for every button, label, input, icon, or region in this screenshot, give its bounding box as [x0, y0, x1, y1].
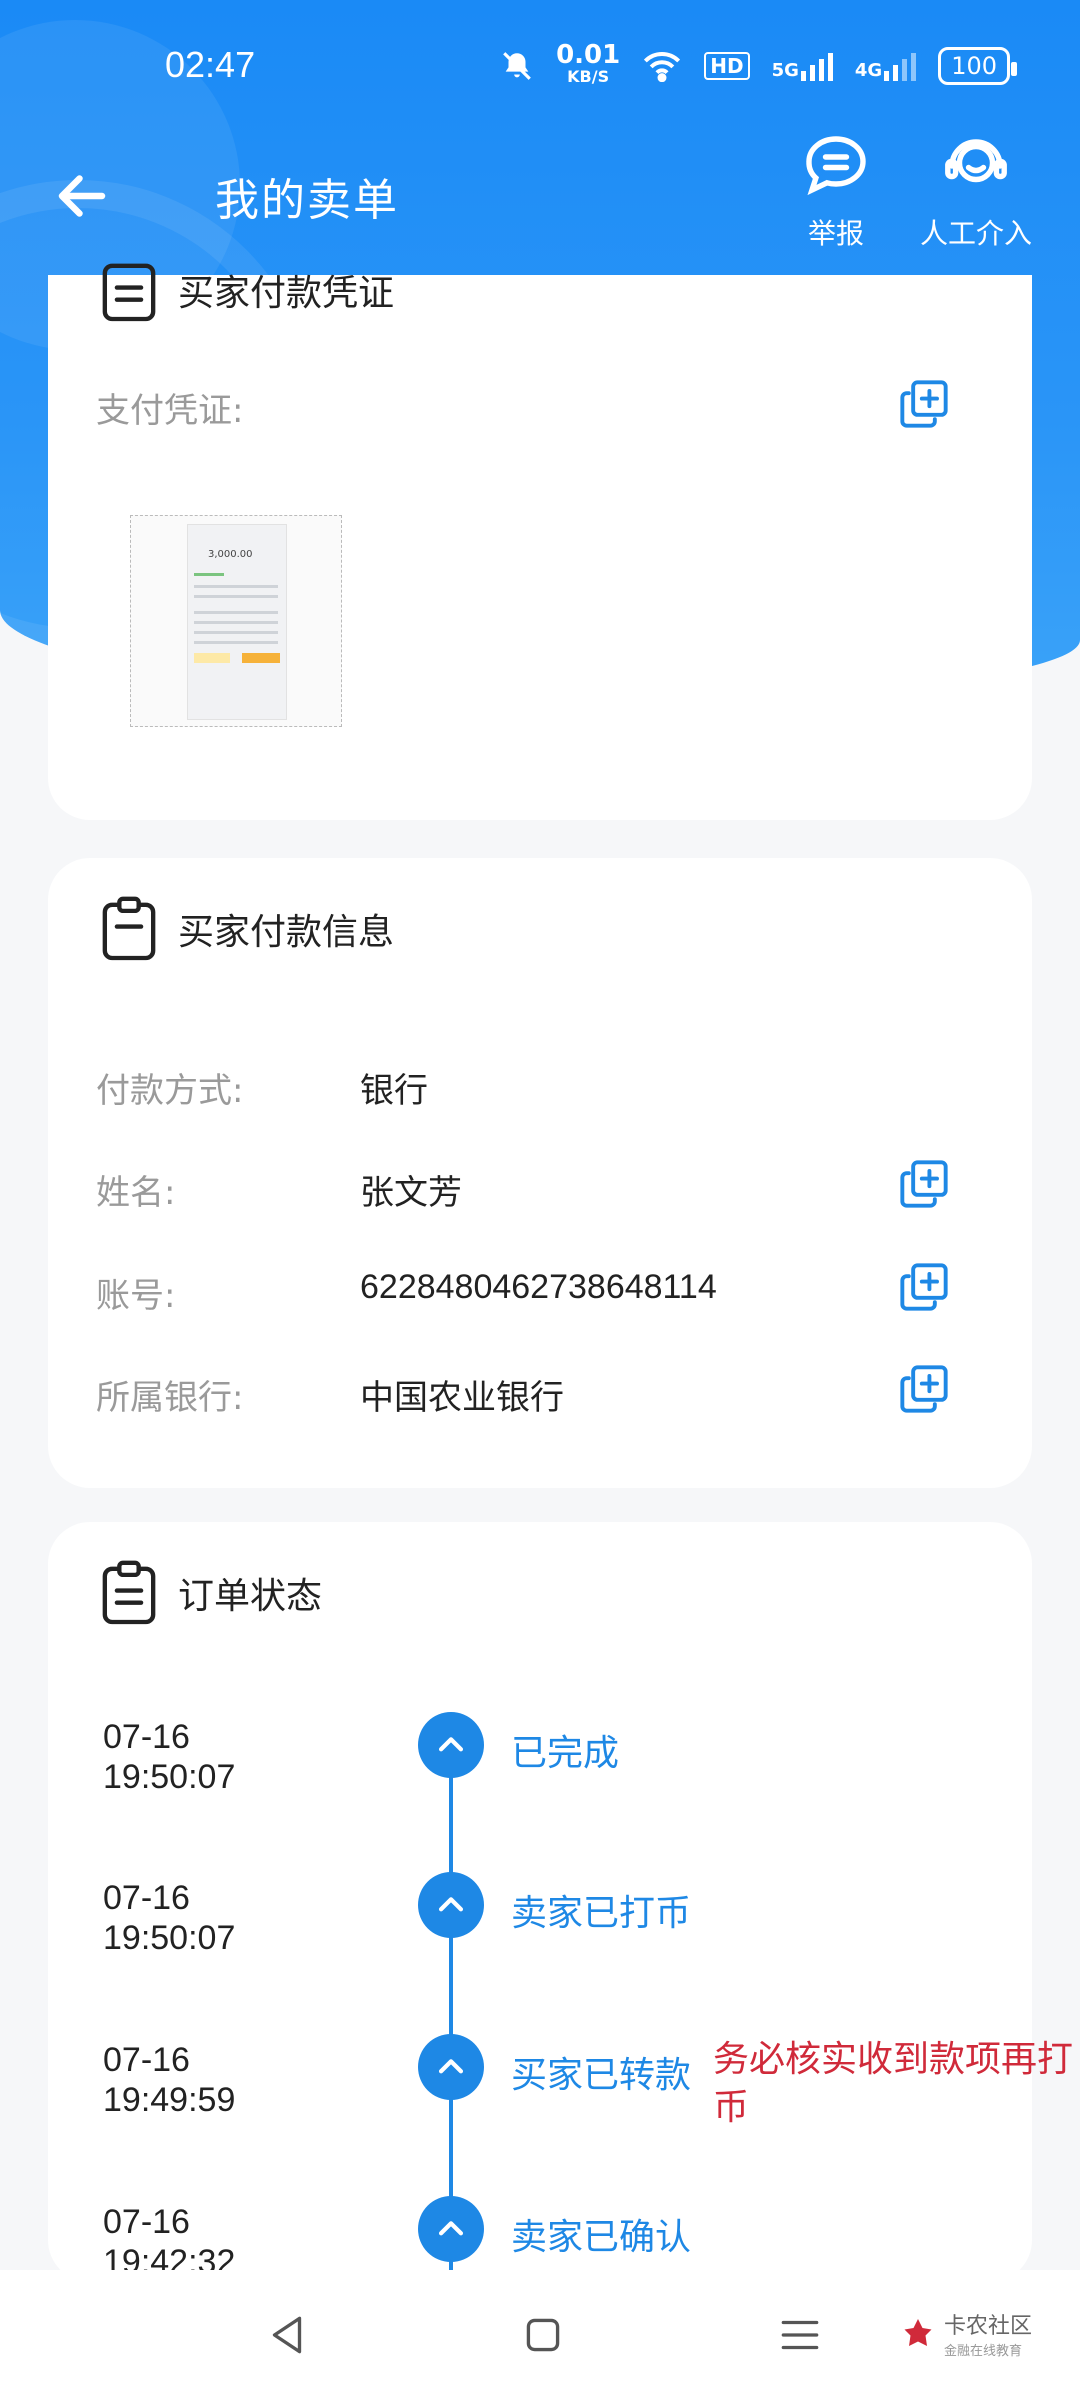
thumbnail-amount: 3,000.00: [208, 549, 253, 560]
timeline-node: [418, 2034, 484, 2100]
payment-info-card: 买家付款信息 付款方式: 银行 姓名: 张文芳 账号: 622848046273…: [48, 858, 1032, 1488]
signal-5g: 5G: [772, 51, 833, 81]
back-arrow-icon[interactable]: [52, 166, 112, 226]
bank-label: 所属银行:: [96, 1378, 244, 1418]
payment-proof-card: 买家付款凭证 支付凭证: 3,000.00: [48, 263, 1032, 820]
status-icons: 0.01 KB/S HD 5G 4G 100: [500, 40, 1017, 88]
system-nav-bar: 卡农社区 金融在线教育: [0, 2270, 1080, 2400]
card-title: 买家付款凭证: [178, 273, 395, 314]
card-header: 买家付款凭证: [100, 255, 394, 325]
payment-method-value: 银行: [360, 1071, 428, 1111]
copy-add-icon[interactable]: [898, 1261, 950, 1313]
chevron-up-icon: [438, 2221, 464, 2236]
card-header: 买家付款信息: [100, 894, 394, 964]
copy-add-icon[interactable]: [898, 378, 950, 430]
nav-bar: 我的卖单 举报 人工介入: [0, 130, 1080, 275]
account-value: 6228480462738648114: [360, 1268, 717, 1306]
status-time: 02:47: [165, 44, 256, 85]
watermark-subtitle: 金融在线教育: [944, 2344, 1023, 2359]
home-square-icon[interactable]: [518, 2310, 568, 2360]
name-value: 张文芳: [360, 1173, 462, 1213]
warning-note: 务必核实收到款项再打币: [713, 2039, 1074, 2128]
thumbnail-screenshot: 3,000.00: [187, 524, 287, 720]
report-button[interactable]: 举报: [800, 130, 872, 252]
event-datetime: 07-16 19:50:07: [103, 1879, 236, 1957]
timeline-node: [418, 1712, 484, 1778]
watermark-title: 卡农社区: [944, 2314, 1033, 2339]
clipboard-icon: [102, 896, 156, 961]
chevron-up-icon: [438, 1737, 464, 1752]
mute-bell-icon: [503, 52, 531, 80]
proof-label: 支付凭证:: [96, 391, 244, 431]
menu-lines-icon[interactable]: [775, 2310, 825, 2360]
document-icon: [102, 1560, 156, 1625]
hd-badge: HD: [704, 52, 750, 80]
net-speed: 0.01 KB/S: [556, 40, 621, 86]
chevron-up-icon: [438, 2059, 464, 2074]
event-status: 卖家已打币: [511, 1893, 692, 1934]
watermark-logo-icon: [904, 2318, 932, 2346]
back-triangle-icon[interactable]: [262, 2310, 312, 2360]
support-label: 人工介入: [920, 217, 1033, 250]
card-title: 订单状态: [178, 1576, 323, 1617]
event-status: 已完成: [511, 1733, 620, 1774]
chevron-up-icon: [438, 1897, 464, 1912]
bank-value: 中国农业银行: [360, 1378, 564, 1418]
human-support-button[interactable]: 人工介入: [920, 130, 1032, 252]
clipboard-icon: [102, 263, 156, 322]
chat-bubble-icon: [806, 136, 866, 196]
headset-icon: [945, 139, 1007, 183]
event-status: 买家已转款: [511, 2055, 692, 2096]
event-status: 卖家已确认: [511, 2217, 692, 2258]
order-status-card: 订单状态 07-16 19:50:07 已完成 07-16 19:50:07 卖家已…: [48, 1522, 1073, 2292]
watermark: 卡农社区 金融在线教育: [900, 2308, 1032, 2359]
event-datetime: 07-16 19:49:59: [103, 2041, 236, 2119]
timeline-node: [418, 1872, 484, 1938]
card-title: 买家付款信息: [178, 912, 395, 953]
card-header: 订单状态: [100, 1558, 322, 1628]
timeline-node: [418, 2196, 484, 2262]
battery-indicator: 100: [938, 47, 1017, 85]
name-label: 姓名:: [96, 1173, 176, 1213]
page-title: 我的卖单: [215, 175, 399, 226]
payment-method-label: 付款方式:: [96, 1071, 244, 1111]
copy-add-icon[interactable]: [898, 1363, 950, 1415]
report-label: 举报: [807, 217, 864, 250]
status-bar: 02:47 0.01 KB/S HD 5G 4G 100: [0, 0, 1080, 130]
signal-4g: 4G: [855, 51, 917, 81]
copy-add-icon[interactable]: [898, 1158, 950, 1210]
account-label: 账号:: [96, 1276, 176, 1316]
payment-proof-thumbnail[interactable]: 3,000.00: [130, 515, 342, 727]
event-datetime: 07-16 19:50:07: [103, 1718, 236, 1796]
wifi-icon: [644, 52, 681, 82]
